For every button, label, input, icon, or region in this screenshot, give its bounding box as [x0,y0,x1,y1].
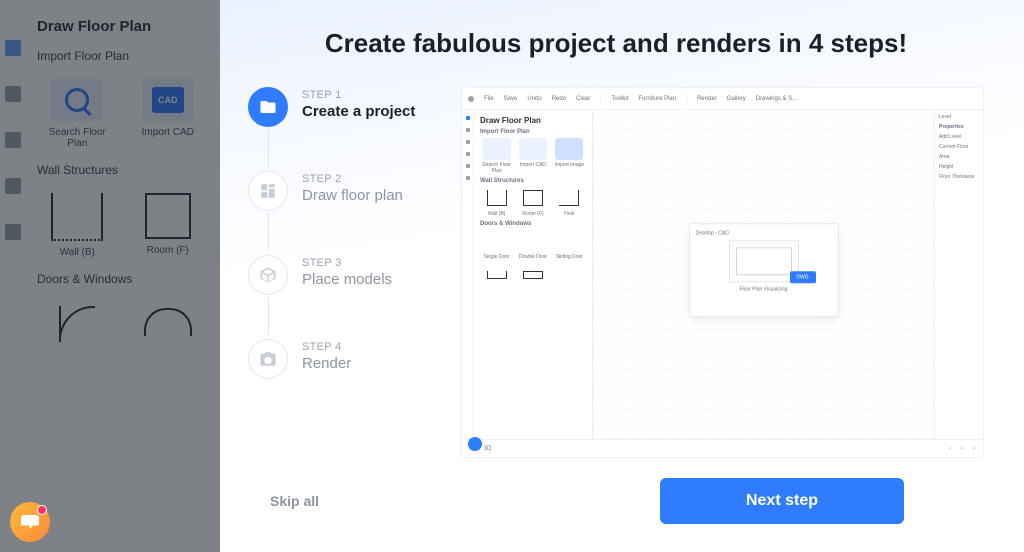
pv-toolbar: File Save Undo Redo Clear Toolkit Furnit… [462,88,983,110]
pv-props: Properties [939,124,979,130]
pv-thick: Floor Thickness [939,174,979,180]
cube-icon [259,266,277,284]
chat-fab[interactable] [10,502,50,542]
pv-rail-icon [466,176,470,180]
pv-toolkit: Toolkit [611,96,628,102]
pv-cad-icon [519,138,547,160]
pv-rail-icon [466,152,470,156]
pv-save: Save [504,96,518,102]
pv-shape-icon [555,264,583,286]
pv-search-icon [483,138,511,160]
step-3[interactable]: STEP 3 Place models [248,255,433,339]
pv-furniture: Furniture Plan [638,96,676,102]
pv-hole-icon [559,190,579,206]
pv-cad-label: Import CAD [520,162,546,168]
pv-3d: 3D [484,446,492,452]
pv-side-doors: Doors & Windows [480,221,586,227]
pv-rail-icon [466,140,470,144]
pv-right-panel: Level Properties Add Level Current Floor… [935,110,983,439]
pv-room-label: Room (F) [522,211,543,217]
step-4-circle [248,339,288,379]
pv-side-title: Draw Floor Plan [480,116,586,125]
pv-sliding-door-icon [555,230,583,252]
pv-current: Current Floor [939,144,979,150]
stepper: STEP 1 Create a project STEP 2 Draw floo… [248,87,433,458]
pv-rail-icon [466,164,470,168]
step-3-label: Place models [302,271,392,288]
pv-chat-icon [468,437,482,451]
pv-double-label: Double Door [519,254,547,260]
pv-room-icon [523,190,543,206]
skip-all-link[interactable]: Skip all [270,493,319,509]
step-2[interactable]: STEP 2 Draw floor plan [248,171,433,255]
step-1-num: STEP 1 [302,89,415,101]
folder-icon [259,98,277,116]
pv-breadcrumb: Desktop › CAD [696,230,832,236]
modal-title: Create fabulous project and renders in 4… [248,28,984,59]
step-3-circle [248,255,288,295]
pv-hole-label: Hole [564,211,574,217]
pv-side-panel: Draw Floor Plan Import Floor Plan Search… [474,110,592,439]
pv-double-door-icon [519,230,547,252]
step-4-num: STEP 4 [302,341,351,353]
pv-logo-icon [468,96,474,102]
onboarding-modal: Create fabulous project and renders in 4… [220,0,1024,552]
pv-wall-label: Wall (B) [488,211,506,217]
pv-lock-icon: ▫ [949,446,951,452]
pv-popup-caption: Floor Plan Visualizing [696,286,832,292]
pv-canvas: Desktop › CAD DWG Floor Plan Visualizing [592,110,935,439]
step-3-num: STEP 3 [302,257,392,269]
pv-add-level: Add Level [939,134,979,140]
pv-import-dialog: Desktop › CAD DWG Floor Plan Visualizing [689,223,839,317]
pv-render: Render [697,96,717,102]
pv-redo: Redo [552,96,566,102]
pv-side-import: Import Floor Plan [480,129,586,135]
next-step-button[interactable]: Next step [660,478,904,524]
pv-level: Level [939,114,979,120]
floorplan-icon [259,182,277,200]
pv-gallery: Gallery [727,96,746,102]
pv-floorplan-thumb: DWG [729,240,799,282]
step-1-circle [248,87,288,127]
pv-statusbar: 2D 3D ▫ ▫ ▫ [462,439,983,457]
pv-clear: Clear [576,96,590,102]
pv-area: Area [939,154,979,160]
pv-undo: Undo [527,96,541,102]
step-1-label: Create a project [302,103,415,120]
pv-search-label: Search Floor Plan [480,162,513,174]
preview-screenshot: File Save Undo Redo Clear Toolkit Furnit… [461,87,984,458]
pv-side-walls: Wall Structures [480,178,586,184]
step-2-circle [248,171,288,211]
step-2-num: STEP 2 [302,173,403,185]
pv-left-rail [462,110,474,439]
pv-wall-icon [487,190,507,206]
pv-file: File [484,96,494,102]
pv-single-label: Single Door [484,254,510,260]
pv-single-door-icon [483,230,511,252]
pv-drawings: Drawings & S... [756,96,797,102]
camera-icon [259,350,277,368]
step-1[interactable]: STEP 1 Create a project [248,87,433,171]
pv-shape-icon [487,271,507,279]
pv-rail-icon [466,116,470,120]
pv-zoom-icon: ▫ [973,446,975,452]
pv-img-label: Import Image [555,162,584,168]
pv-grid-icon: ▫ [961,446,963,452]
pv-sliding-label: Sliding Door [556,254,583,260]
step-4-label: Render [302,355,351,372]
pv-rail-icon [466,128,470,132]
step-2-label: Draw floor plan [302,187,403,204]
dwg-badge: DWG [790,271,816,283]
step-4[interactable]: STEP 4 Render [248,339,433,379]
pv-image-icon [555,138,583,160]
pv-shape-icon [523,271,543,279]
pv-height: Height [939,164,979,170]
